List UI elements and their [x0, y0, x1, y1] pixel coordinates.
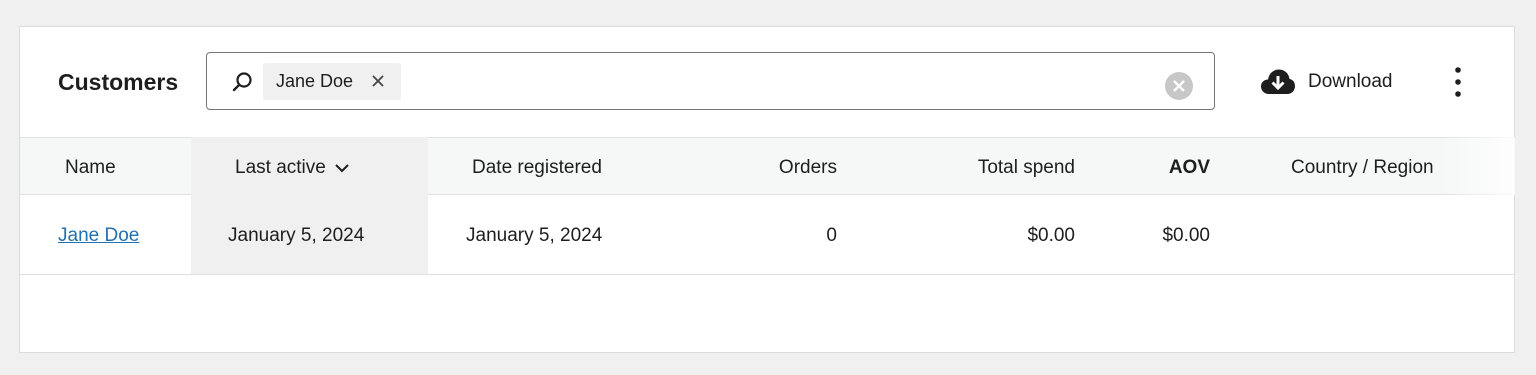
download-label: Download — [1308, 71, 1393, 92]
report-header: Customers Jane Doe Download — [20, 27, 1514, 137]
column-header-aov[interactable]: AOV — [1120, 157, 1210, 179]
cell-date-registered: January 5, 2024 — [466, 225, 603, 246]
cell-last-active: January 5, 2024 — [228, 225, 365, 246]
column-header-last-active[interactable]: Last active — [235, 157, 350, 179]
customers-card: Customers Jane Doe Download Name Last ac… — [19, 26, 1515, 353]
customer-name-link[interactable]: Jane Doe — [58, 225, 139, 247]
clear-circle-icon — [1173, 80, 1185, 92]
download-button[interactable]: Download — [1260, 65, 1393, 99]
column-header-name[interactable]: Name — [65, 157, 116, 179]
column-header-country-region[interactable]: Country / Region — [1291, 157, 1434, 179]
column-header-date-registered[interactable]: Date registered — [472, 157, 602, 179]
search-input[interactable]: Jane Doe — [206, 52, 1215, 110]
cell-aov: $0.00 — [1162, 225, 1210, 246]
header-scroll-fade — [1440, 137, 1515, 195]
column-header-orders[interactable]: Orders — [720, 157, 837, 179]
column-header-total-spend[interactable]: Total spend — [920, 157, 1075, 179]
page-title: Customers — [58, 69, 179, 95]
search-icon — [232, 72, 252, 92]
column-header-last-active-label: Last active — [235, 157, 326, 178]
cell-total-spend: $0.00 — [1027, 225, 1075, 246]
cell-orders: 0 — [826, 225, 837, 246]
chevron-down-icon — [335, 164, 349, 173]
clear-search-button[interactable] — [1165, 72, 1193, 100]
cloud-download-icon — [1261, 69, 1295, 94]
close-icon[interactable] — [369, 72, 387, 90]
more-vertical-icon[interactable] — [1448, 66, 1468, 98]
search-chip-label: Jane Doe — [276, 71, 354, 91]
search-chip[interactable]: Jane Doe — [263, 63, 401, 100]
